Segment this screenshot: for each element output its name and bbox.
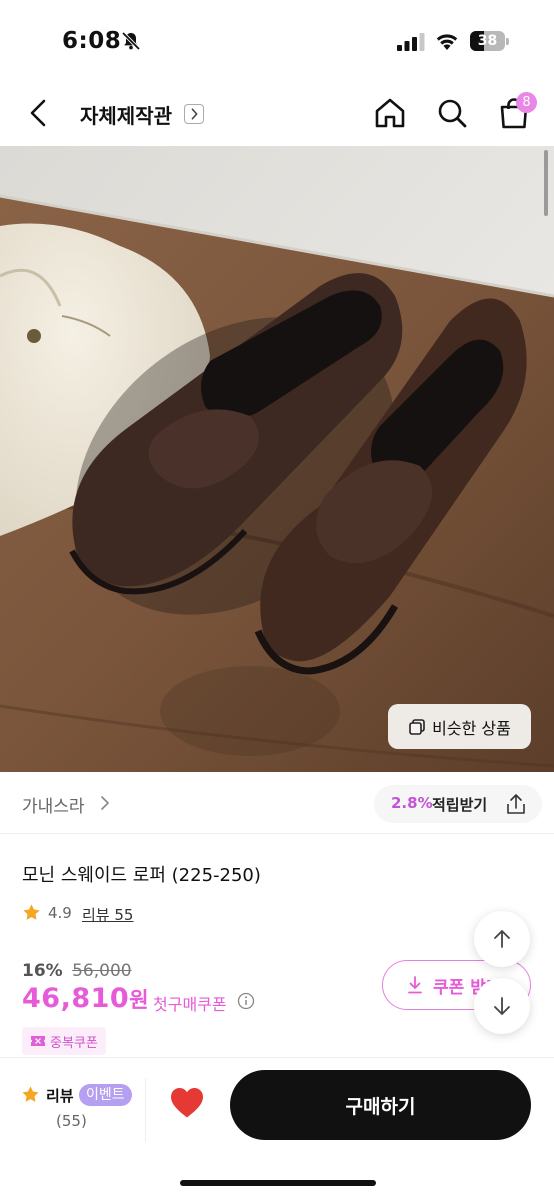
chevron-right-icon[interactable]	[99, 796, 111, 810]
share-icon[interactable]	[504, 792, 528, 816]
coupon-icon	[31, 1036, 45, 1046]
price-row: 46,810원 첫구매쿠폰	[22, 983, 255, 1023]
original-price: 56,000	[72, 961, 132, 981]
event-badge: 이벤트	[79, 1084, 132, 1106]
battery-level: 38	[477, 33, 498, 49]
discount-row: 16% 56,000	[22, 961, 132, 981]
reward-button[interactable]: 2.8% 적립받기	[374, 785, 542, 823]
cart-count-badge: 8	[516, 92, 537, 113]
shop-title[interactable]: 자체제작관	[80, 100, 172, 129]
rating-value: 4.9	[48, 904, 72, 922]
image-scroll-indicator	[544, 150, 548, 216]
star-icon	[22, 1086, 39, 1102]
chevron-right-icon[interactable]	[184, 104, 204, 124]
similar-products-button[interactable]: 비슷한 상품	[388, 704, 531, 749]
first-purchase-coupon: 첫구매쿠폰	[153, 995, 227, 1014]
product-image[interactable]	[0, 146, 554, 772]
back-icon[interactable]	[22, 96, 56, 130]
home-icon[interactable]	[372, 95, 408, 131]
similar-products-label: 비슷한 상품	[432, 718, 511, 738]
duplicate-coupon-label: 중복쿠폰	[50, 1035, 98, 1051]
status-time: 6:08	[62, 28, 122, 54]
product-name: 모닌 스웨이드 로퍼 (225-250)	[22, 865, 261, 886]
wifi-icon	[436, 34, 458, 50]
brand-name[interactable]: 가내스라	[22, 792, 85, 817]
signal-icon	[397, 33, 425, 51]
arrow-down-icon	[494, 997, 510, 1015]
bell-slash-icon	[121, 31, 141, 51]
buy-button[interactable]: 구매하기	[230, 1070, 531, 1140]
sale-price: 46,810	[22, 983, 130, 1014]
reward-percent: 2.8%	[391, 794, 433, 812]
scroll-down-button[interactable]	[474, 978, 530, 1034]
brand-row: 가내스라 2.8% 적립받기	[0, 772, 554, 834]
arrow-up-icon	[494, 930, 510, 948]
home-indicator	[180, 1180, 376, 1186]
battery-icon: 38	[470, 31, 510, 51]
price-unit: 원	[129, 988, 149, 1012]
review-count: (55)	[56, 1112, 87, 1130]
review-link[interactable]: 리뷰 55	[82, 904, 133, 925]
bottom-action-bar: 리뷰 이벤트 (55) 구매하기	[0, 1058, 554, 1200]
copy-icon	[409, 718, 425, 735]
divider	[145, 1078, 146, 1142]
duplicate-coupon-badge: 중복쿠폰	[22, 1027, 106, 1055]
status-bar: 6:08 38	[0, 0, 554, 80]
reward-label: 적립받기	[432, 796, 488, 814]
heart-icon[interactable]	[169, 1086, 205, 1120]
search-icon[interactable]	[434, 95, 470, 131]
download-icon	[408, 976, 422, 994]
top-nav: 자체제작관 8	[0, 80, 554, 146]
scroll-up-button[interactable]	[474, 911, 530, 967]
info-icon[interactable]	[237, 992, 255, 1010]
star-icon	[23, 904, 40, 920]
discount-percent: 16%	[22, 961, 63, 981]
review-label[interactable]: 리뷰	[46, 1085, 74, 1106]
